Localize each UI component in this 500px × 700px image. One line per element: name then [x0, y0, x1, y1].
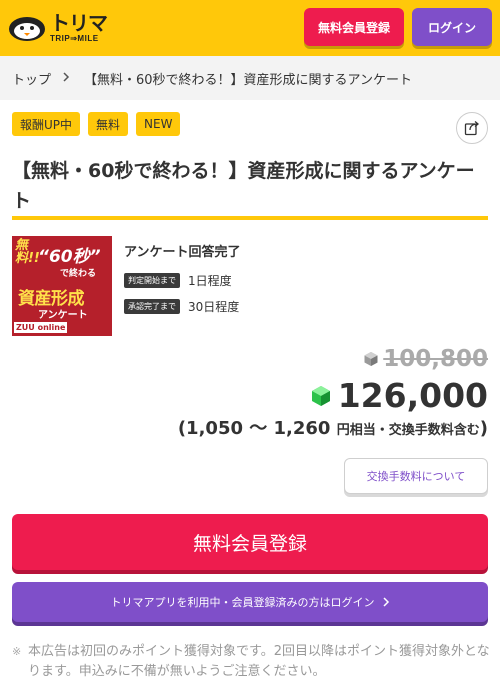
condition-value: 1日程度: [188, 274, 232, 288]
header: トリマ TRIP⇒MILE 無料会員登録 ログイン: [0, 0, 500, 56]
title-underline: [12, 216, 488, 220]
yen-close: ): [479, 418, 488, 439]
offer-banner-image: 無料!! “60秒” で終わる 資産形成 アンケート ZUU online: [12, 236, 112, 336]
logo-subtitle: TRIP⇒MILE: [50, 34, 99, 43]
gray-gem-icon: [364, 352, 378, 366]
logo-title: トリマ: [50, 11, 108, 35]
tag-new: NEW: [136, 112, 181, 136]
condition-badge: 承認完了まで: [124, 299, 180, 314]
new-points-value: 126,000: [337, 376, 488, 415]
yen-equivalent: (1,050 〜 1,260 円相当・交換手数料含む): [178, 414, 488, 440]
share-icon: [464, 121, 480, 136]
tag-free: 無料: [88, 112, 129, 136]
banner-sixty-text: “60秒”: [38, 247, 101, 267]
logo[interactable]: トリマ TRIP⇒MILE: [8, 11, 108, 43]
banner-free-text: 無料!!: [15, 238, 40, 266]
header-register-button[interactable]: 無料会員登録: [304, 8, 404, 46]
condition-badge: 判定開始まで: [124, 273, 180, 288]
condition-title: アンケート回答完了: [124, 245, 241, 260]
penguin-logo-icon: [8, 14, 46, 42]
header-login-button[interactable]: ログイン: [412, 8, 492, 46]
banner-brand-logo: ZUU online: [14, 322, 68, 333]
breadcrumb: トップ 【無料・60秒で終わる！】資産形成に関するアンケート: [0, 56, 500, 100]
tag-list: 報酬UP中 無料 NEW: [12, 112, 181, 136]
app-login-label: トリマアプリを利用中・会員登録済みの方はログイン: [110, 596, 375, 609]
breadcrumb-home[interactable]: トップ: [12, 69, 51, 88]
old-points-value: 100,800: [383, 346, 488, 372]
condition-row: 判定開始まで 1日程度: [124, 272, 232, 289]
condition-value: 30日程度: [188, 300, 240, 314]
green-gem-icon: [311, 385, 330, 406]
yen-suffix: 円相当・交換手数料含む: [336, 423, 480, 438]
notice-body: 本広告は初回のみポイント獲得対象です。2回目以降はポイント獲得対象外となります。…: [28, 644, 490, 679]
banner-survey-text: アンケート: [38, 310, 88, 321]
app-login-button[interactable]: トリマアプリを利用中・会員登録済みの方はログイン: [12, 582, 488, 622]
old-points: 100,800: [363, 346, 488, 372]
notice-mark: ※: [12, 645, 22, 658]
share-button[interactable]: [456, 112, 488, 144]
chevron-right-icon: [63, 71, 70, 85]
tag-reward-up: 報酬UP中: [12, 112, 81, 136]
breadcrumb-current: 【無料・60秒で終わる！】資産形成に関するアンケート: [84, 72, 413, 88]
condition-row: 承認完了まで 30日程度: [124, 298, 239, 315]
banner-end-text: で終わる: [60, 269, 97, 279]
new-points: 126,000: [310, 376, 488, 415]
page-title: 【無料・60秒で終わる！】資産形成に関するアンケート: [12, 160, 475, 212]
chevron-right-icon: [382, 597, 389, 607]
notice-text: ※ 本広告は初回のみポイント獲得対象です。2回目以降はポイント獲得対象外となりま…: [12, 642, 490, 682]
yen-range: (1,050 〜 1,260: [177, 418, 331, 439]
register-button[interactable]: 無料会員登録: [12, 514, 488, 570]
exchange-fee-button[interactable]: 交換手数料について: [344, 458, 488, 494]
